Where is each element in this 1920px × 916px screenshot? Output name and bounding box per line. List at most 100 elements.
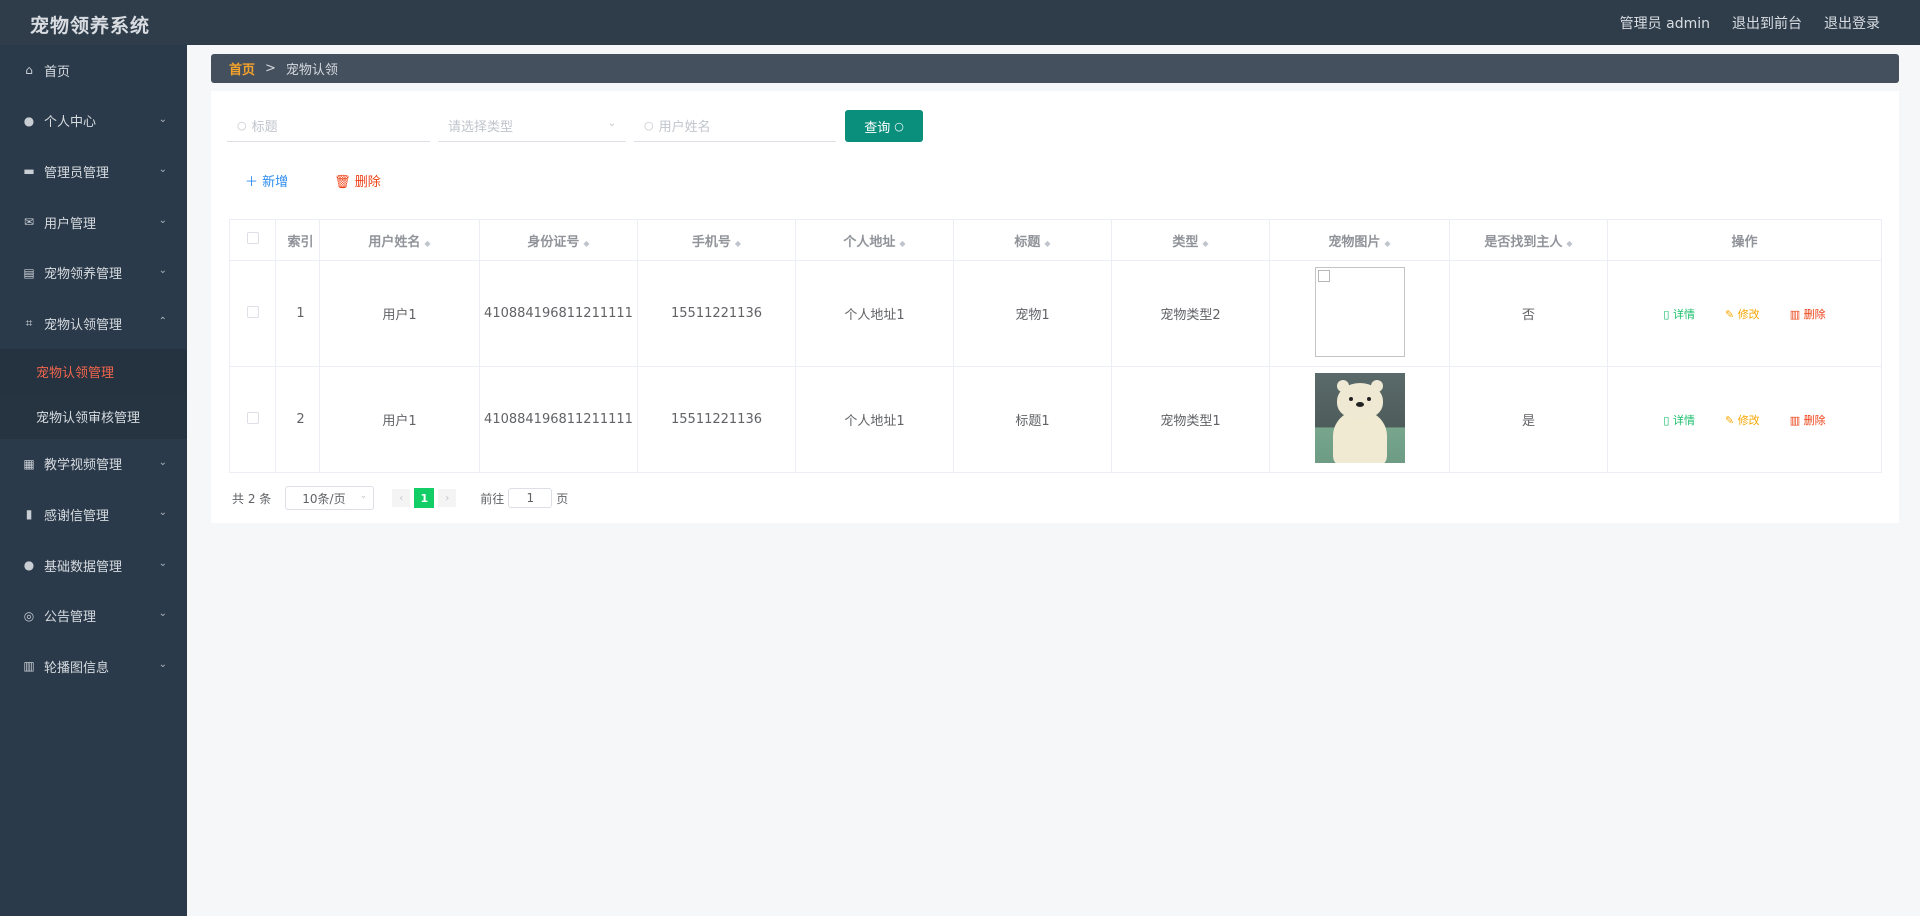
goto-suffix: 页	[556, 491, 569, 506]
batch-delete-button[interactable]: 🗑 删除	[334, 171, 381, 190]
cell-found-owner: 否	[1449, 260, 1608, 367]
cell-type: 宠物类型1	[1111, 366, 1270, 473]
sidebar-item-claim[interactable]: ⌗ 宠物认领管理 ⌃	[0, 298, 187, 349]
next-page-button[interactable]: ›	[438, 489, 457, 507]
sort-icon[interactable]: ◆	[424, 239, 430, 248]
sort-icon[interactable]: ◆	[1044, 239, 1050, 248]
column-header-type[interactable]: 类型 ◆	[1111, 219, 1270, 261]
sort-icon[interactable]: ◆	[1384, 239, 1390, 248]
exit-to-front-link[interactable]: 退出到前台	[1732, 13, 1802, 33]
cell-type: 宠物类型2	[1111, 260, 1270, 367]
chevron-down-icon: ⌄	[158, 164, 167, 176]
pagination: 共 2 条 10条/页 ⌄ ‹ 1 › 前往 页	[232, 486, 568, 510]
broken-image-icon	[1317, 269, 1330, 282]
breadcrumb-home[interactable]: 首页	[229, 59, 255, 78]
column-header-found-owner[interactable]: 是否找到主人 ◆	[1449, 219, 1608, 261]
breadcrumb: 首页 > 宠物认领	[211, 54, 1899, 83]
sidebar-item-label: 宠物认领管理	[44, 317, 123, 333]
column-header-phone[interactable]: 手机号 ◆	[637, 219, 796, 261]
username-search-input[interactable]: ○ 用户姓名	[634, 110, 836, 142]
chevron-down-icon: ⌄	[607, 118, 616, 129]
document-icon: ▯	[1663, 307, 1673, 321]
page-size-select[interactable]: 10条/页 ⌄	[285, 486, 375, 510]
trash-icon: ▥	[1789, 307, 1804, 321]
select-all-checkbox[interactable]	[229, 219, 276, 261]
action-bar: ＋ 新增 🗑 删除	[245, 171, 381, 190]
chevron-down-icon: ⌄	[158, 214, 167, 226]
sidebar-item-carousel[interactable]: ▥ 轮播图信息 ⌄	[0, 641, 187, 692]
pencil-icon: ✎	[1724, 307, 1738, 321]
home-icon: ⌂	[25, 63, 33, 78]
delete-button[interactable]: ▥ 删除	[1790, 412, 1826, 428]
table-row: 1 用户1 410884196811211111 15511221136 个人地…	[229, 260, 1882, 367]
sidebar-subitem-claim-management[interactable]: 宠物认领管理	[0, 348, 187, 394]
column-header-pet-image[interactable]: 宠物图片 ◆	[1269, 219, 1450, 261]
search-icon: ○	[237, 119, 247, 132]
table-row: 2 用户1 410884196811211111 15511221136 个人地…	[229, 366, 1882, 473]
search-icon: ○	[894, 119, 904, 133]
sidebar-item-adoption[interactable]: ▤ 宠物领养管理 ⌄	[0, 247, 187, 298]
sort-icon[interactable]: ◆	[735, 239, 741, 248]
logout-link[interactable]: 退出登录	[1824, 13, 1880, 33]
add-button[interactable]: ＋ 新增	[245, 171, 288, 190]
sidebar-item-videos[interactable]: ▦ 教学视频管理 ⌄	[0, 439, 187, 490]
column-header-title[interactable]: 标题 ◆	[953, 219, 1112, 261]
sidebar-item-home[interactable]: ⌂ 首页	[0, 45, 187, 96]
sidebar-item-label: 用户管理	[44, 216, 97, 232]
cell-actions: ▯ 详情 ✎ 修改 ▥ 删除	[1607, 260, 1882, 367]
cell-idcard: 410884196811211111	[479, 366, 638, 473]
column-header-username[interactable]: 用户姓名 ◆	[319, 219, 480, 261]
column-header-address[interactable]: 个人地址 ◆	[795, 219, 954, 261]
sidebar-item-thank-letters[interactable]: ▮ 感谢信管理 ⌄	[0, 489, 187, 540]
column-header-actions: 操作	[1607, 219, 1882, 261]
compass-icon: ◎	[23, 608, 35, 623]
edit-button[interactable]: ✎ 修改	[1725, 412, 1760, 428]
row-checkbox[interactable]	[229, 260, 276, 367]
goto-page-input[interactable]	[508, 488, 553, 508]
sidebar-item-label: 公告管理	[44, 610, 97, 626]
cell-idcard: 410884196811211111	[479, 260, 638, 367]
page-number-1[interactable]: 1	[414, 488, 435, 508]
cell-title: 标题1	[953, 366, 1112, 473]
pagination-total: 共 2 条	[232, 491, 272, 506]
sidebar-item-label: 宠物领养管理	[44, 267, 123, 283]
chevron-up-icon: ⌃	[158, 315, 167, 327]
title-search-input[interactable]: ○ 标题	[227, 110, 430, 142]
delete-button[interactable]: ▥ 删除	[1790, 306, 1826, 322]
sidebar-item-users[interactable]: ✉ 用户管理 ⌄	[0, 197, 187, 248]
sidebar-item-label: 个人中心	[44, 115, 97, 131]
chevron-down-icon: ⌄	[359, 491, 368, 501]
sidebar-item-admin[interactable]: ▬ 管理员管理 ⌄	[0, 146, 187, 197]
crop-icon: ⌗	[25, 315, 33, 330]
sidebar-item-personal-center[interactable]: ● 个人中心 ⌄	[0, 96, 187, 147]
column-header-index: 索引	[275, 219, 320, 261]
sidebar-subitem-claim-review[interactable]: 宠物认领审核管理	[0, 393, 187, 439]
sort-icon[interactable]: ◆	[583, 239, 589, 248]
pet-bear-image[interactable]	[1314, 372, 1405, 463]
sort-icon[interactable]: ◆	[899, 239, 905, 248]
admin-user-label[interactable]: 管理员 admin	[1620, 13, 1710, 33]
goto-prefix: 前往	[480, 491, 505, 506]
row-checkbox[interactable]	[229, 366, 276, 473]
sidebar-item-notices[interactable]: ◎ 公告管理 ⌄	[0, 590, 187, 641]
chevron-down-icon: ⌄	[158, 456, 167, 468]
row-index: 2	[275, 366, 320, 473]
claims-table: 索引 用户姓名 ◆ 身份证号 ◆ 手机号 ◆ 个人地址 ◆ 标题 ◆ 类型 ◆ 宠物图片 ◆ …	[229, 219, 1882, 473]
app-title: 宠物领养系统	[30, 15, 151, 37]
detail-button[interactable]: ▯ 详情	[1663, 306, 1695, 322]
cell-address: 个人地址1	[795, 260, 954, 367]
prev-page-button[interactable]: ‹	[392, 489, 411, 507]
sort-icon[interactable]: ◆	[1202, 239, 1208, 248]
table-header-row: 索引 用户姓名 ◆ 身份证号 ◆ 手机号 ◆ 个人地址 ◆ 标题 ◆ 类型 ◆ 宠物图片 ◆ …	[229, 219, 1882, 261]
sidebar-item-base-data[interactable]: ● 基础数据管理 ⌄	[0, 540, 187, 591]
broken-image-placeholder[interactable]	[1314, 266, 1405, 357]
breadcrumb-current: 宠物认领	[285, 63, 338, 78]
edit-button[interactable]: ✎ 修改	[1725, 306, 1760, 322]
detail-button[interactable]: ▯ 详情	[1663, 412, 1695, 428]
sidebar: ⌂ 首页 ● 个人中心 ⌄ ▬ 管理员管理 ⌄ ✉ 用户管理 ⌄ ▤ 宠物领养管…	[0, 45, 187, 916]
column-header-idcard[interactable]: 身份证号 ◆	[479, 219, 638, 261]
query-button[interactable]: 查询 ○	[845, 110, 923, 142]
sort-icon[interactable]: ◆	[1566, 239, 1572, 248]
type-select[interactable]: 请选择类型 ⌄	[438, 110, 626, 142]
cell-address: 个人地址1	[795, 366, 954, 473]
